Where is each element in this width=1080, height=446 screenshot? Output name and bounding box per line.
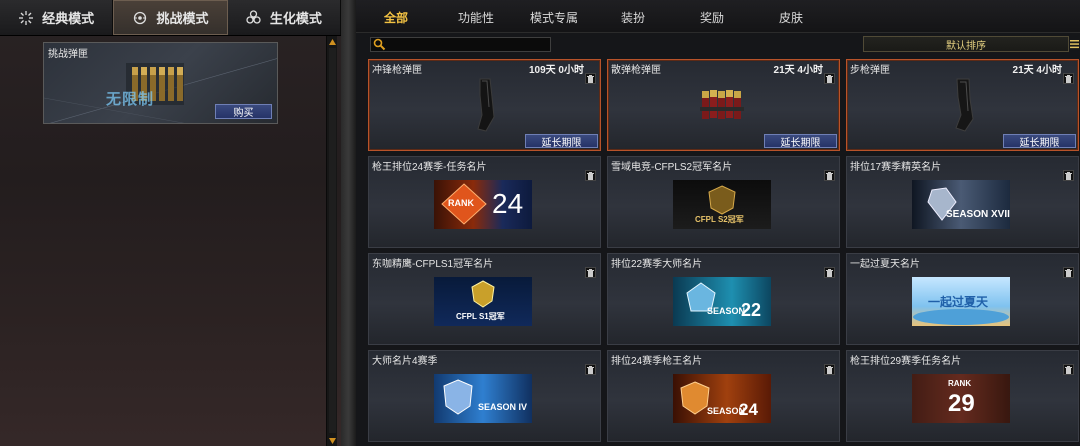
trash-icon[interactable] bbox=[824, 267, 835, 278]
item-title: 大师名片4赛季 bbox=[372, 356, 438, 367]
banner-text: 22 bbox=[741, 300, 762, 320]
banner-text: 24 bbox=[492, 188, 524, 219]
trash-icon[interactable] bbox=[585, 73, 596, 84]
banner-text: 29 bbox=[948, 390, 975, 417]
tab-biohazard-mode[interactable]: 生化模式 bbox=[228, 0, 341, 35]
extend-duration-button[interactable]: 延长期限 bbox=[525, 134, 598, 149]
search-input[interactable] bbox=[389, 38, 549, 51]
item-remaining-time: 109天 0小时 bbox=[528, 65, 584, 76]
extend-duration-button[interactable]: 延长期限 bbox=[1003, 134, 1076, 149]
name-card-banner: RANK 29 bbox=[912, 374, 1010, 423]
item-title: 冲锋枪弹匣 bbox=[372, 65, 422, 76]
banner-text: SEASON IV bbox=[478, 402, 528, 412]
tab-all[interactable]: 全部 bbox=[384, 9, 408, 26]
tab-challenge-mode[interactable]: 挑战模式 bbox=[113, 0, 228, 35]
search-box bbox=[370, 37, 551, 52]
scroll-down-arrow-icon[interactable] bbox=[327, 435, 338, 446]
banner-text: CFPL S2冠军 bbox=[695, 215, 744, 224]
rank29-card[interactable]: 枪王排位29赛季任务名片 RANK 29 bbox=[846, 350, 1079, 442]
trash-icon[interactable] bbox=[1063, 267, 1074, 278]
banner-text: SEASON XVII bbox=[946, 209, 1010, 220]
search-icon bbox=[373, 38, 386, 51]
trash-icon[interactable] bbox=[585, 170, 596, 181]
name-card-banner: SEASON IV bbox=[434, 374, 532, 423]
trash-icon[interactable] bbox=[824, 364, 835, 375]
item-title: 一起过夏天名片 bbox=[850, 259, 920, 270]
item-title: 东咖精鹰-CFPLS1冠军名片 bbox=[372, 259, 494, 270]
banner-text: 24 bbox=[739, 400, 758, 419]
shotgun-mag-card[interactable]: 散弹枪弹匣 21天 4小时延长期限 bbox=[607, 59, 840, 151]
item-grid: 冲锋枪弹匣 109天 0小时延长期限 散弹枪弹匣 21天 4小时延长期限 步枪弹匣 21天… bbox=[368, 59, 1080, 446]
season4-card[interactable]: 大师名片4赛季 SEASON IV bbox=[368, 350, 601, 442]
list-menu-icon[interactable] bbox=[1069, 37, 1080, 51]
item-remaining-time: 21天 4小时 bbox=[773, 65, 823, 76]
name-card-banner: SEASON 22 bbox=[673, 277, 771, 326]
rifle-mag-card[interactable]: 步枪弹匣 21天 4小时延长期限 bbox=[846, 59, 1079, 151]
name-card-banner: RANK 24 bbox=[434, 180, 532, 229]
trash-icon[interactable] bbox=[1063, 364, 1074, 375]
name-card-banner: SEASON XVII bbox=[912, 180, 1010, 229]
rank24-card[interactable]: 枪王排位24赛季-任务名片 RANK 24 bbox=[368, 156, 601, 248]
trash-icon[interactable] bbox=[824, 170, 835, 181]
name-card-banner: SEASON 24 bbox=[673, 374, 771, 423]
sort-dropdown[interactable]: 默认排序 bbox=[863, 36, 1069, 52]
smg-mag-card[interactable]: 冲锋枪弹匣 109天 0小时延长期限 bbox=[368, 59, 601, 151]
tab-classic-mode-label: 经典模式 bbox=[42, 11, 95, 26]
item-title: 排位22赛季大师名片 bbox=[611, 259, 703, 270]
cfpls2-card[interactable]: 雪域电竞-CFPLS2冠军名片 CFPL S2冠军 bbox=[607, 156, 840, 248]
scroll-up-arrow-icon[interactable] bbox=[327, 36, 338, 47]
name-card-banner: CFPL S1冠军 bbox=[434, 277, 532, 326]
panel-divider bbox=[341, 0, 356, 446]
unlimited-logo: 无限制 bbox=[106, 91, 155, 108]
summer-card[interactable]: 一起过夏天名片一起过夏天 bbox=[846, 253, 1079, 345]
trash-icon[interactable] bbox=[585, 364, 596, 375]
banner-text: 一起过夏天 bbox=[928, 295, 989, 309]
tab-rewards[interactable]: 奖励 bbox=[700, 9, 724, 26]
scroll-thumb[interactable] bbox=[329, 48, 336, 433]
item-title: 枪王排位24赛季-任务名片 bbox=[372, 162, 487, 173]
extend-duration-button[interactable]: 延长期限 bbox=[764, 134, 837, 149]
tab-skins[interactable]: 皮肤 bbox=[779, 9, 803, 26]
buy-button[interactable]: 购买 bbox=[215, 104, 272, 119]
item-title: 排位24赛季枪王名片 bbox=[611, 356, 703, 367]
scrollbar[interactable] bbox=[326, 36, 337, 446]
tab-biohazard-mode-label: 生化模式 bbox=[269, 11, 322, 26]
cfpls1-card[interactable]: 东咖精鹰-CFPLS1冠军名片 CFPL S1冠军 bbox=[368, 253, 601, 345]
item-title: 雪域电竞-CFPLS2冠军名片 bbox=[611, 162, 733, 173]
trash-icon[interactable] bbox=[585, 267, 596, 278]
banner-text: SEASON bbox=[707, 306, 746, 316]
tab-outfit[interactable]: 装扮 bbox=[621, 9, 645, 26]
banner-text: CFPL S1冠军 bbox=[456, 312, 505, 321]
mode-tabs: 经典模式 挑战模式 生化模式 bbox=[0, 0, 341, 36]
banner-text: RANK bbox=[448, 198, 474, 208]
season17-card[interactable]: 排位17赛季精英名片 SEASON XVII bbox=[846, 156, 1079, 248]
item-title: 枪王排位29赛季任务名片 bbox=[850, 356, 962, 367]
biohazard-icon bbox=[246, 10, 262, 26]
season24-card[interactable]: 排位24赛季枪王名片 SEASON 24 bbox=[607, 350, 840, 442]
banner-text: RANK bbox=[948, 379, 972, 388]
item-remaining-time: 21天 4小时 bbox=[1012, 65, 1062, 76]
item-title: 散弹枪弹匣 bbox=[611, 65, 661, 76]
crosshair-burst-icon bbox=[18, 10, 34, 26]
inventory-panel: 全部 功能性 模式专属 装扮 奖励 皮肤 默认排序 冲锋枪弹匣 109天 0小时延… bbox=[356, 0, 1080, 446]
trash-icon[interactable] bbox=[1063, 170, 1074, 181]
name-card-banner: CFPL S2冠军 bbox=[673, 180, 771, 229]
item-title: 步枪弹匣 bbox=[850, 65, 890, 76]
tab-challenge-mode-label: 挑战模式 bbox=[156, 11, 209, 26]
target-icon bbox=[132, 10, 148, 26]
tab-functional[interactable]: 功能性 bbox=[458, 9, 494, 26]
trash-icon[interactable] bbox=[1063, 73, 1074, 84]
name-card-banner: 一起过夏天 bbox=[912, 277, 1010, 326]
challenge-item-card[interactable]: 挑战弹匣 无限制 购买 bbox=[43, 42, 278, 124]
season22-card[interactable]: 排位22赛季大师名片 SEASON 22 bbox=[607, 253, 840, 345]
item-title: 排位17赛季精英名片 bbox=[850, 162, 942, 173]
left-panel: 经典模式 挑战模式 生化模式 挑战弹匣 无限制 购买 bbox=[0, 0, 341, 446]
tab-classic-mode[interactable]: 经典模式 bbox=[0, 0, 114, 35]
category-tabs: 全部 功能性 模式专属 装扮 奖励 皮肤 bbox=[356, 0, 1080, 33]
tab-mode-exclusive[interactable]: 模式专属 bbox=[530, 9, 578, 26]
trash-icon[interactable] bbox=[824, 73, 835, 84]
